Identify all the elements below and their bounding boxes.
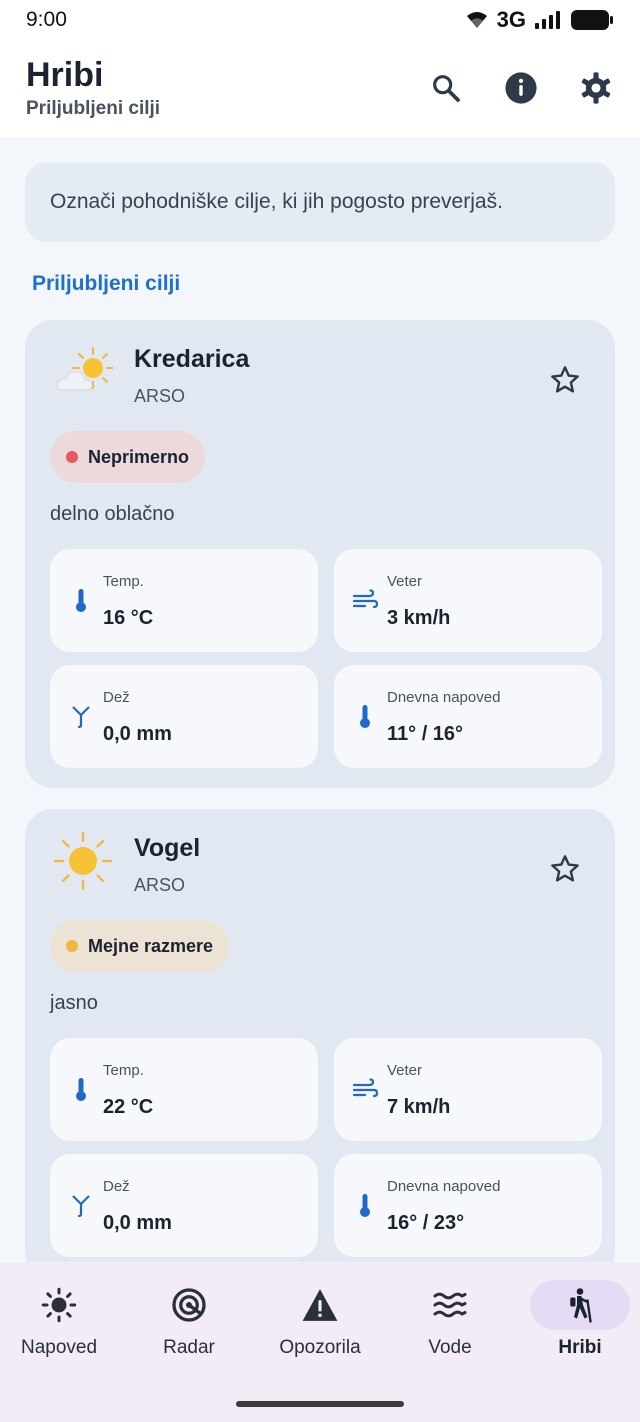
- bottom-navigation: Napoved Radar Opozorila Vode Hribi: [0, 1262, 640, 1422]
- signal-icon: [535, 11, 560, 29]
- rain-tile: Dež 0,0 mm: [50, 665, 318, 768]
- page-subtitle: Priljubljeni cilji: [26, 98, 161, 119]
- wind-tile: Veter 3 km/h: [334, 549, 602, 652]
- status-dot: [66, 451, 78, 463]
- temperature-tile: Temp. 22 °C: [50, 1038, 318, 1141]
- tile-value: 16 °C: [103, 607, 154, 629]
- nav-label: Napoved: [20, 1337, 98, 1358]
- star-icon: [551, 366, 579, 393]
- hiking-icon: [570, 1288, 592, 1323]
- network-type: 3G: [496, 7, 526, 32]
- wind-tile: Veter 7 km/h: [334, 1038, 602, 1141]
- tile-label: Veter: [387, 1062, 423, 1079]
- tile-value: 11° / 16°: [387, 723, 464, 745]
- status-label: Neprimerno: [88, 446, 190, 467]
- search-button[interactable]: [424, 66, 468, 110]
- daily-forecast-tile: Dnevna napoved 11° / 16°: [334, 665, 602, 768]
- umbrella-icon: [72, 1195, 90, 1218]
- thermometer-icon: [360, 705, 370, 728]
- thermometer-icon: [360, 1194, 370, 1217]
- nav-label: Vode: [428, 1337, 472, 1358]
- weather-condition: delno oblačno: [50, 503, 175, 525]
- sun-icon: [41, 1287, 77, 1323]
- nav-item-hribi[interactable]: Hribi: [516, 1262, 640, 1372]
- battery-icon: [571, 10, 613, 30]
- tile-value: 7 km/h: [387, 1096, 451, 1118]
- wind-icon: [352, 1078, 378, 1098]
- tile-label: Dnevna napoved: [387, 689, 501, 706]
- weather-condition: jasno: [50, 992, 98, 1014]
- tile-value: 16° / 23°: [387, 1212, 465, 1234]
- nav-label: Hribi: [558, 1337, 602, 1358]
- gear-icon: [581, 72, 611, 104]
- temperature-tile: Temp. 16 °C: [50, 549, 318, 652]
- tile-label: Dež: [103, 1178, 130, 1195]
- section-title: Priljubljeni cilji: [32, 272, 181, 295]
- umbrella-icon: [72, 706, 90, 729]
- tile-label: Dnevna napoved: [387, 1178, 501, 1195]
- app-header: Hribi Priljubljeni cilji: [0, 40, 640, 137]
- tile-label: Temp.: [103, 1062, 144, 1079]
- destination-name: Vogel: [134, 834, 201, 862]
- tile-label: Dež: [103, 689, 130, 706]
- nav-label: Opozorila: [279, 1337, 361, 1358]
- tile-value: 0,0 mm: [103, 1212, 172, 1234]
- page-title: Hribi: [26, 56, 104, 94]
- destination-source: ARSO: [134, 386, 186, 406]
- star-icon: [551, 855, 579, 882]
- thermometer-icon: [76, 589, 86, 612]
- wind-icon: [352, 589, 378, 609]
- nav-item-opozorila[interactable]: Opozorila: [256, 1262, 384, 1372]
- settings-button[interactable]: [574, 66, 618, 110]
- status-label: Mejne razmere: [88, 935, 214, 956]
- wifi-icon: [466, 12, 487, 28]
- partly-cloudy-icon: [57, 347, 113, 391]
- info-button[interactable]: [499, 66, 543, 110]
- home-indicator[interactable]: [236, 1401, 404, 1407]
- destination-card[interactable]: Vogel ARSO Mejne razmere jasno Temp. 22 …: [25, 809, 615, 1279]
- destination-name: Kredarica: [134, 345, 250, 373]
- status-badge: Mejne razmere: [50, 920, 230, 972]
- info-banner: Označi pohodniške cilje, ki jih pogosto …: [25, 162, 615, 242]
- tile-value: 3 km/h: [387, 607, 451, 629]
- status-badge: Neprimerno: [50, 431, 206, 483]
- nav-item-vode[interactable]: Vode: [386, 1262, 514, 1372]
- search-icon: [433, 75, 460, 102]
- nav-item-napoved[interactable]: Napoved: [0, 1262, 123, 1372]
- thermometer-icon: [76, 1078, 86, 1101]
- radar-icon: [172, 1288, 206, 1322]
- favorite-button[interactable]: [545, 849, 585, 889]
- destination-card[interactable]: Kredarica ARSO Neprimerno delno oblačno …: [25, 320, 615, 788]
- tile-label: Veter: [387, 573, 423, 590]
- status-time: 9:00: [26, 8, 67, 31]
- sun-icon: [53, 831, 113, 891]
- nav-label: Radar: [163, 1337, 215, 1358]
- daily-forecast-tile: Dnevna napoved 16° / 23°: [334, 1154, 602, 1257]
- status-bar: 9:00 3G: [0, 0, 640, 40]
- destination-source: ARSO: [134, 875, 186, 895]
- tile-label: Temp.: [103, 573, 144, 590]
- status-icons: 3G: [465, 7, 614, 33]
- rain-tile: Dež 0,0 mm: [50, 1154, 318, 1257]
- status-dot: [66, 940, 78, 952]
- favorite-button[interactable]: [545, 360, 585, 400]
- waves-icon: [433, 1292, 467, 1318]
- nav-item-radar[interactable]: Radar: [125, 1262, 253, 1372]
- tile-value: 0,0 mm: [103, 723, 172, 745]
- tile-value: 22 °C: [103, 1096, 154, 1118]
- info-icon: [505, 72, 537, 104]
- warning-icon: [302, 1289, 338, 1321]
